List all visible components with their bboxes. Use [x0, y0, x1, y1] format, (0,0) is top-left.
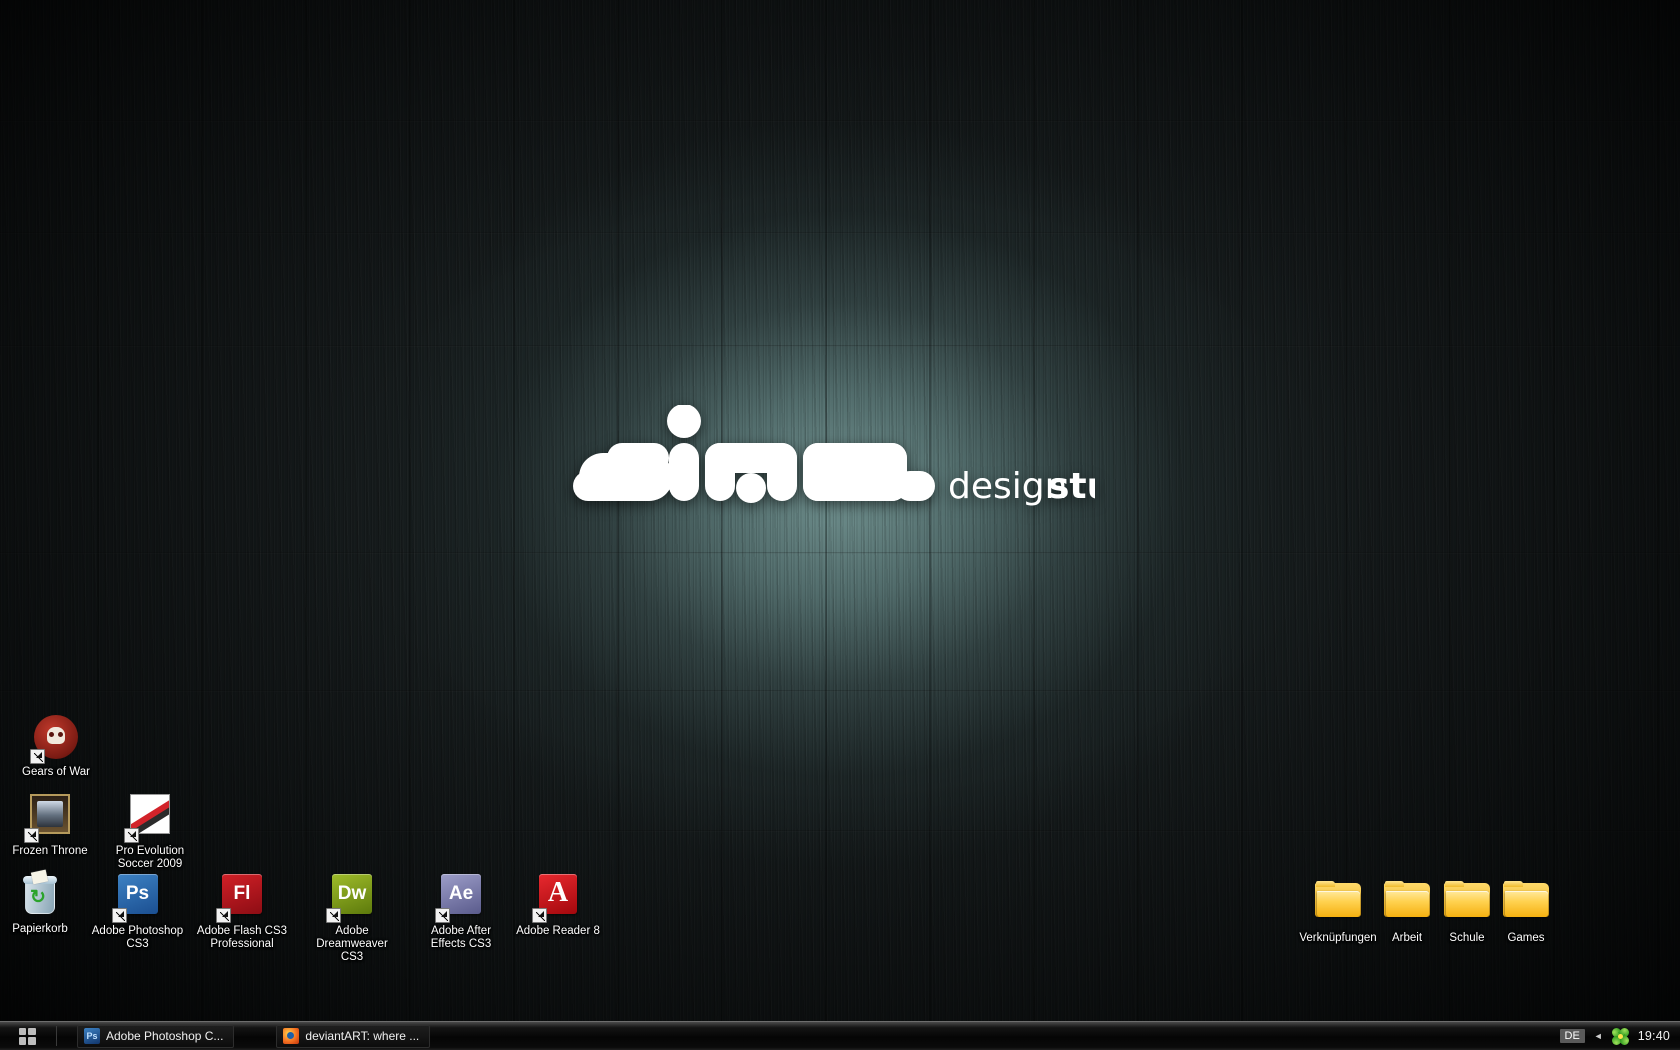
adobe-flash-icon: Fl	[216, 874, 266, 923]
taskbar-item-firefox[interactable]: deviantART: where ...	[276, 1024, 431, 1048]
desktop-icon-label: Frozen Throne	[12, 845, 88, 857]
clock[interactable]: 19:40	[1638, 1029, 1670, 1043]
taskbar: Ps Adobe Photoshop C... deviantART: wher…	[0, 1021, 1680, 1050]
taskbar-item-label: Adobe Photoshop C...	[106, 1029, 224, 1043]
shortcut-overlay-icon	[30, 749, 45, 764]
desktop-icon-label: Adobe Photoshop CS3	[91, 925, 184, 950]
desktop-icon-label: Adobe Reader 8	[516, 925, 600, 937]
shortcut-overlay-icon	[111, 908, 127, 923]
gears-of-war-icon	[30, 715, 80, 764]
shortcut-overlay-icon	[124, 828, 139, 843]
desktop-background[interactable]: design studios Gears of War Frozen Thron…	[0, 0, 1680, 1050]
shortcut-overlay-icon	[326, 908, 341, 923]
folder-icon	[1314, 881, 1362, 929]
clover-icon[interactable]	[1609, 1025, 1631, 1047]
desktop-icon-adobe-flash[interactable]: Fl Adobe Flash CS3 Professional	[194, 870, 290, 951]
adobe-photoshop-icon: Ps	[84, 1028, 100, 1044]
taskbar-item-label: deviantART: where ...	[305, 1029, 420, 1043]
desktop-icon-adobe-reader[interactable]: A Adobe Reader 8	[510, 870, 606, 938]
desktop-icon-adobe-dreamweaver[interactable]: Dw Adobe Dreamweaver CS3	[304, 870, 400, 964]
logo-studios-text: studios	[1048, 466, 1095, 507]
language-indicator[interactable]: DE	[1559, 1029, 1585, 1043]
desktop-icon-label: Pro Evolution Soccer 2009	[115, 845, 185, 870]
adobe-dreamweaver-icon: Dw	[326, 874, 376, 923]
chevron-left-icon[interactable]: ◄	[1594, 1031, 1603, 1041]
desktop-icon-pro-evolution-soccer[interactable]: Pro Evolution Soccer 2009	[100, 790, 200, 871]
desktop-icon-label: Adobe After Effects CS3	[430, 925, 492, 950]
desktop-icon-adobe-after-effects[interactable]: Ae Adobe After Effects CS3	[413, 870, 509, 951]
start-button[interactable]	[4, 1023, 50, 1049]
folder-icon	[1502, 881, 1550, 929]
desktop-icon-label: Papierkorb	[12, 923, 68, 935]
desktop-icon-gears-of-war[interactable]: Gears of War	[8, 713, 104, 779]
desktop-icon-label: Gears of War	[22, 766, 90, 778]
desktop-icon-adobe-photoshop[interactable]: Ps Adobe Photoshop CS3	[85, 870, 190, 951]
adobe-reader-icon: A	[532, 874, 582, 923]
recycle-bin-icon: ↻	[16, 869, 64, 920]
system-tray: DE ◄ 19:40	[1559, 1022, 1680, 1050]
shortcut-overlay-icon	[532, 908, 547, 923]
taskbar-item-photoshop[interactable]: Ps Adobe Photoshop C...	[77, 1024, 235, 1048]
warcraft-frozen-throne-icon	[24, 794, 74, 843]
windows-logo-icon	[18, 1027, 36, 1045]
adobe-photoshop-icon: Ps	[111, 874, 162, 923]
shortcut-overlay-icon	[216, 908, 231, 923]
pro-evolution-soccer-icon	[124, 794, 174, 843]
wallpaper-logo: design studios	[565, 405, 1095, 520]
desktop-icon-papierkorb[interactable]: ↻ Papierkorb	[0, 869, 88, 936]
shortcut-overlay-icon	[24, 828, 39, 843]
logo-design-text: design	[948, 466, 1067, 507]
taskbar-divider	[56, 1026, 57, 1046]
shortcut-overlay-icon	[435, 908, 450, 923]
desktop-icon-label: Games	[1507, 932, 1545, 944]
adobe-after-effects-icon: Ae	[435, 874, 485, 923]
desktop-icon-games[interactable]: Games	[1478, 875, 1574, 945]
desktop-icon-label: Adobe Flash CS3 Professional	[196, 925, 288, 950]
desktop-icon-frozen-throne[interactable]: Frozen Throne	[2, 790, 98, 858]
firefox-icon	[283, 1028, 300, 1044]
desktop-icon-label: Adobe Dreamweaver CS3	[316, 925, 388, 963]
